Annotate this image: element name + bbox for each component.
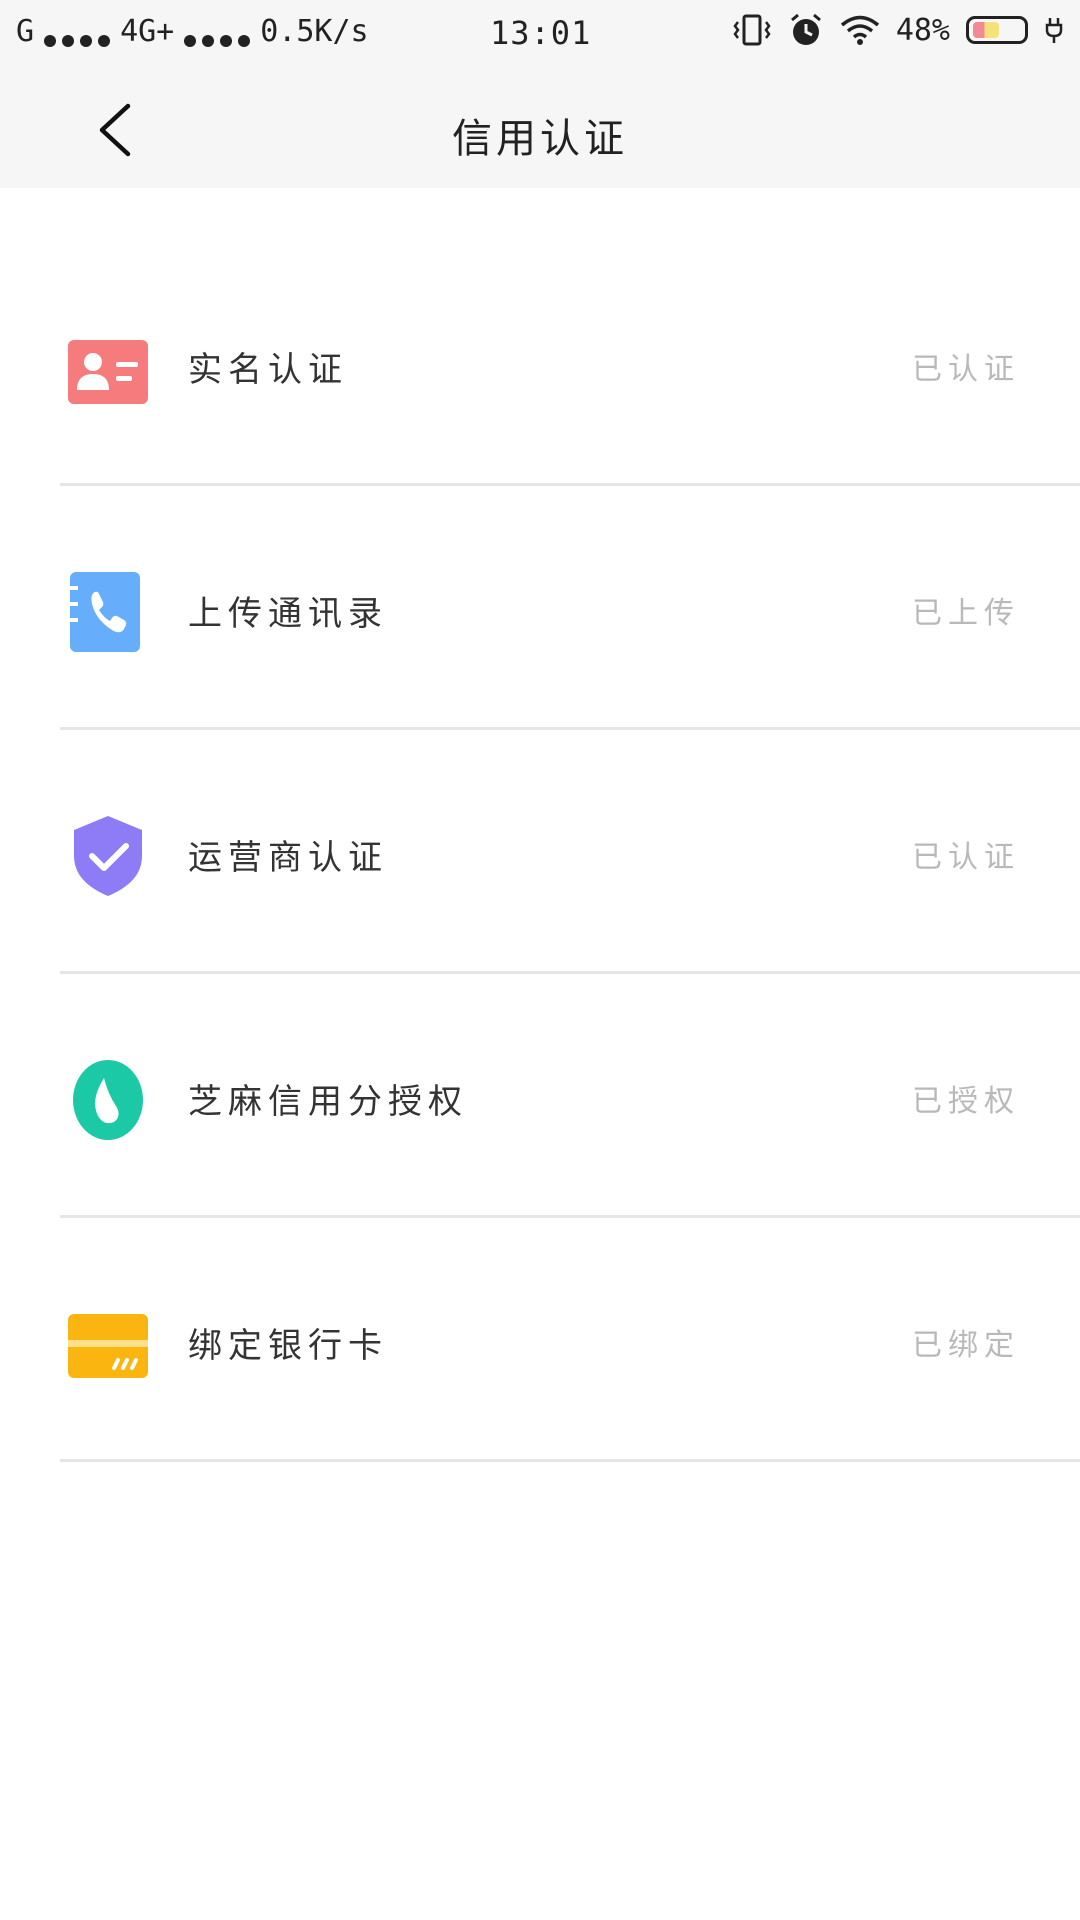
list-item-carrier-auth[interactable]: 运营商认证 已认证 (60, 730, 1080, 974)
battery-percent: 48% (895, 12, 950, 48)
list-item-bind-bank-card[interactable]: 绑定银行卡 已绑定 (60, 1218, 1080, 1462)
wifi-icon (840, 15, 879, 45)
signal-strength-icon (44, 17, 111, 47)
sesame-credit-icon (73, 1060, 143, 1140)
signal-strength-icon-2 (184, 17, 251, 47)
list-item-real-name[interactable]: 实名认证 已认证 (60, 242, 1080, 486)
charging-icon (1045, 18, 1063, 43)
status-bar: G 4G+ 0.5K/s 13:01 48% (0, 0, 1080, 72)
list-item-upload-contacts[interactable]: 上传通讯录 已上传 (60, 486, 1080, 730)
list-item-label: 实名认证 (188, 350, 348, 390)
bank-card-icon (68, 1314, 148, 1378)
list-item-label: 上传通讯录 (188, 594, 388, 634)
alarm-icon (790, 13, 821, 45)
status-text: 已认证 (912, 840, 1020, 875)
list-item-label: 绑定银行卡 (188, 1326, 388, 1366)
status-left: G 4G+ 0.5K/s (16, 14, 369, 49)
credit-auth-list: 实名认证 已认证 上传通讯录 已上传 运营商认证 已认证 芝麻信用分授权 已授权 (0, 188, 1080, 1462)
nav-bar: 信用认证 (0, 72, 1080, 188)
network-type-label: 4G+ (120, 14, 175, 49)
page-title: 信用认证 (452, 116, 628, 162)
list-item-sesame-credit[interactable]: 芝麻信用分授权 已授权 (60, 974, 1080, 1218)
list-item-label: 运营商认证 (188, 838, 388, 878)
id-card-icon (68, 340, 148, 404)
carrier-label: G (16, 14, 35, 49)
battery-icon (966, 16, 1028, 44)
status-text: 已认证 (912, 352, 1020, 387)
status-text: 已上传 (912, 596, 1020, 631)
network-speed-label: 0.5K/s (260, 14, 369, 49)
status-time: 13:01 (490, 14, 592, 52)
status-text: 已授权 (912, 1084, 1020, 1119)
status-right: 48% (732, 12, 1064, 48)
shield-check-icon (74, 816, 142, 896)
contacts-phone-icon (68, 572, 140, 652)
status-text: 已绑定 (912, 1328, 1020, 1363)
vibrate-icon (733, 14, 771, 46)
list-item-label: 芝麻信用分授权 (188, 1082, 468, 1122)
